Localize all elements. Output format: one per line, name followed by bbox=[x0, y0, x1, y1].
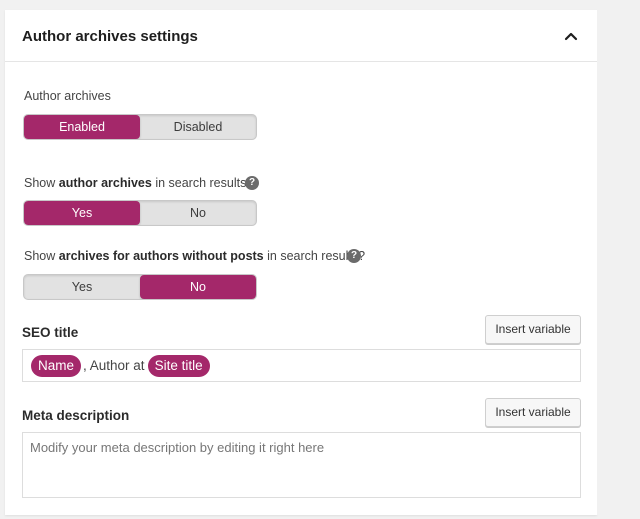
meta-description-input[interactable]: Modify your meta description by editing … bbox=[22, 432, 581, 498]
variable-pill-name[interactable]: Name bbox=[31, 354, 82, 377]
label-prefix: Show bbox=[24, 176, 59, 190]
label-suffix: in search results? bbox=[151, 176, 254, 190]
label-bold: author archives bbox=[58, 176, 152, 190]
meta-description-insert-variable-button[interactable]: Insert variable bbox=[485, 398, 581, 427]
panel-title: Author archives settings bbox=[22, 28, 198, 45]
seo-title-insert-variable-button[interactable]: Insert variable bbox=[485, 315, 581, 344]
meta-description-label: Meta description bbox=[22, 408, 130, 423]
author-archives-toggle: Enabled Disabled bbox=[23, 114, 257, 140]
show-archives-without-posts-no-option[interactable]: No bbox=[140, 275, 256, 299]
seo-title-label: SEO title bbox=[22, 325, 79, 340]
variable-pill-site-title[interactable]: Site title bbox=[147, 354, 210, 377]
show-author-archives-no-option[interactable]: No bbox=[140, 201, 256, 225]
show-archives-without-posts-toggle: Yes No bbox=[23, 274, 257, 300]
show-author-archives-label: Show author archives in search results? bbox=[24, 176, 253, 190]
seo-title-separator-text: , Author at bbox=[83, 358, 145, 373]
show-author-archives-toggle: Yes No bbox=[23, 200, 257, 226]
label-prefix: Show bbox=[24, 249, 59, 263]
show-archives-without-posts-yes-option[interactable]: Yes bbox=[24, 275, 140, 299]
help-icon[interactable]: ? bbox=[347, 249, 361, 263]
help-icon[interactable]: ? bbox=[245, 176, 259, 190]
label-bold: archives for authors without posts bbox=[58, 249, 264, 263]
author-archives-enabled-option[interactable]: Enabled bbox=[24, 115, 140, 139]
show-author-archives-yes-option[interactable]: Yes bbox=[24, 201, 140, 225]
panel-header[interactable]: Author archives settings bbox=[5, 10, 597, 62]
chevron-up-icon[interactable] bbox=[561, 26, 581, 46]
page-background bbox=[597, 10, 640, 515]
show-archives-without-posts-label: Show archives for authors without posts … bbox=[24, 249, 365, 263]
seo-title-input[interactable]: Name , Author at Site title bbox=[22, 349, 581, 382]
author-archives-panel: Author archives settings Author archives… bbox=[5, 10, 597, 515]
author-archives-label: Author archives bbox=[24, 89, 111, 103]
author-archives-disabled-option[interactable]: Disabled bbox=[140, 115, 256, 139]
